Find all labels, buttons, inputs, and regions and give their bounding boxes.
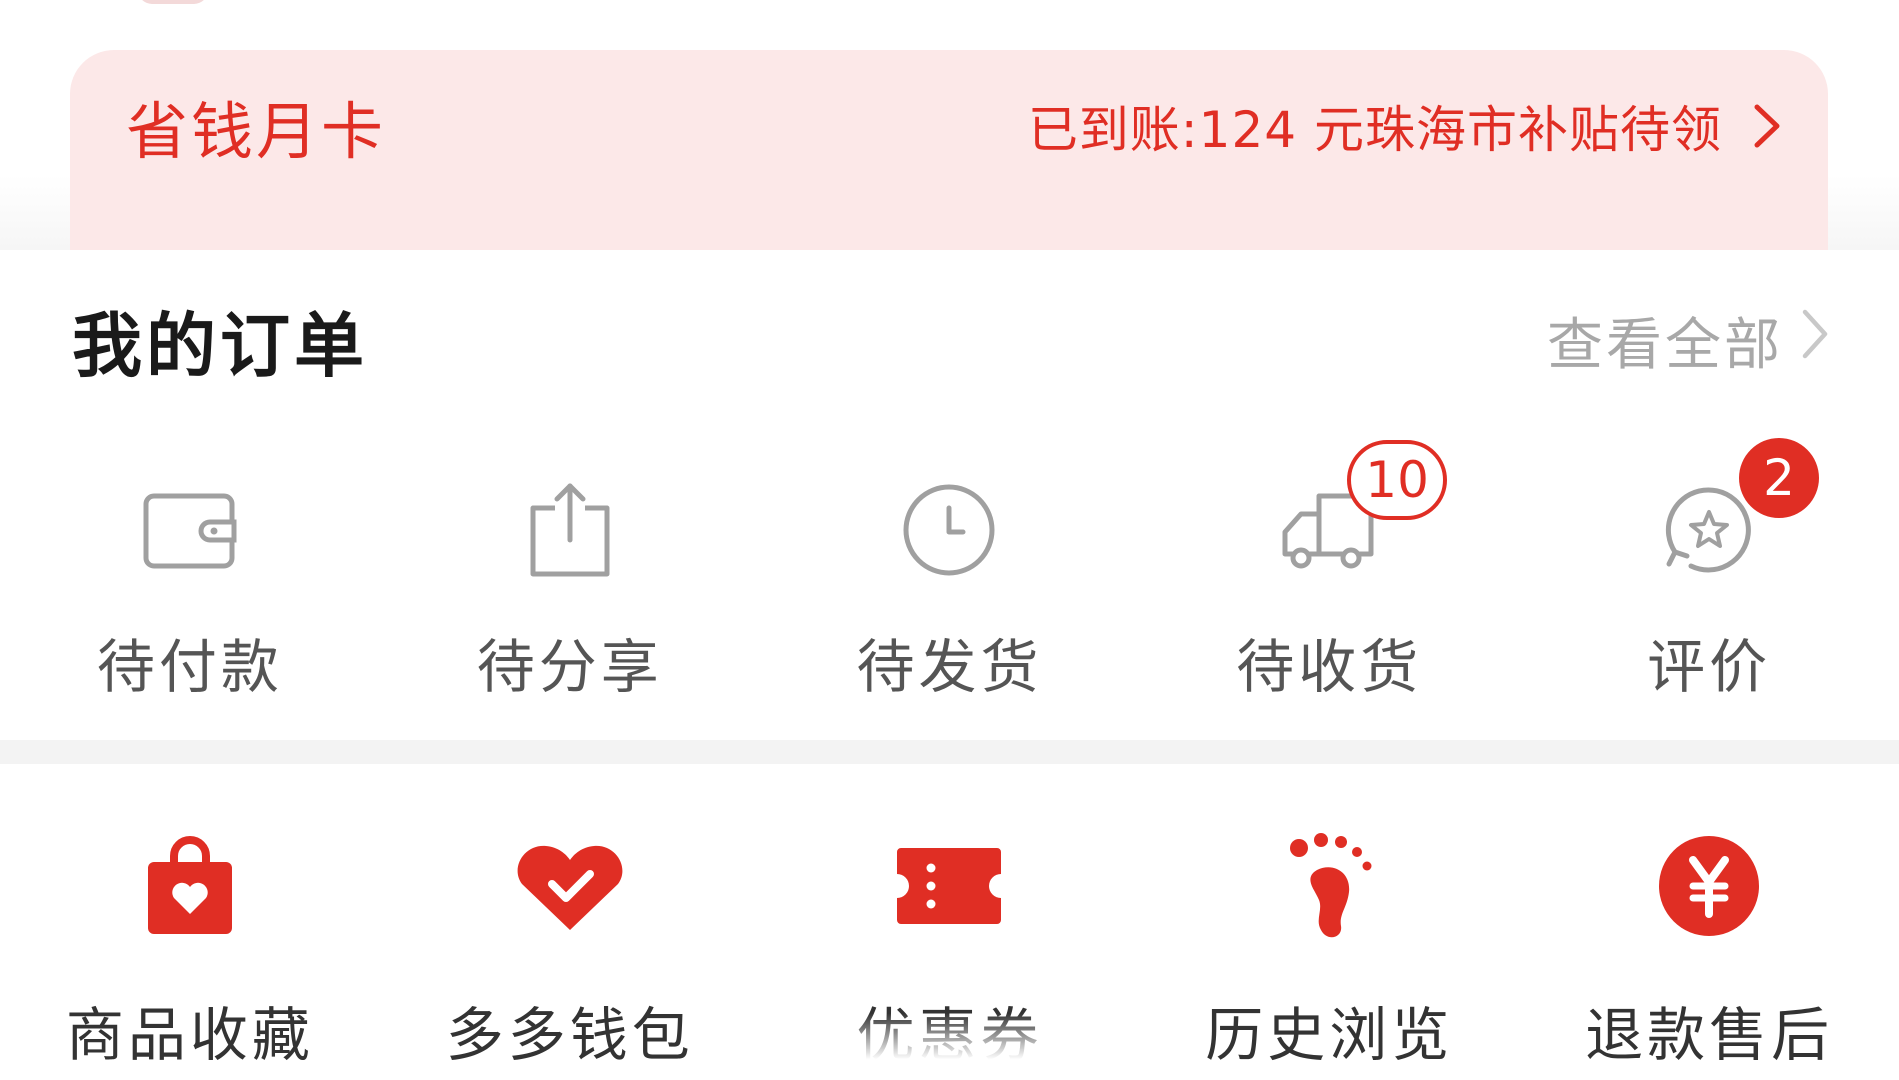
view-all-orders-link[interactable]: 查看全部 <box>1547 300 1829 381</box>
truck-icon: 10 <box>1279 440 1447 580</box>
savings-card-link[interactable]: 已到账:124 元珠海市补贴待领 <box>1028 90 1782 162</box>
order-review[interactable]: 2 评价 <box>1519 410 1899 710</box>
order-count-badge: 10 <box>1347 440 1447 520</box>
section-divider <box>0 740 1899 764</box>
wallet-icon <box>140 480 240 580</box>
feature-label: 退款售后 <box>1585 1001 1834 1069</box>
feature-label: 历史浏览 <box>1205 1001 1454 1069</box>
order-pending-receipt[interactable]: 10 待收货 <box>1139 410 1519 710</box>
order-status-row: 待付款 待分享 待发货 10 待收货 2 评价 <box>0 410 1899 710</box>
top-area: 省钱月卡 已到账:124 元珠海市补贴待领 <box>0 0 1899 250</box>
order-pending-share[interactable]: 待分享 <box>380 410 760 710</box>
history-entry[interactable]: 历史浏览 <box>1139 764 1519 1080</box>
review-count-badge: 2 <box>1739 438 1820 518</box>
avatar[interactable] <box>138 0 208 4</box>
chevron-right-icon <box>1801 308 1829 374</box>
savings-card-title: 省钱月卡 <box>126 95 387 168</box>
chevron-right-icon <box>1752 103 1782 149</box>
order-pending-payment[interactable]: 待付款 <box>0 410 380 710</box>
favorites-bag-icon <box>130 826 250 946</box>
feature-label: 多多钱包 <box>445 1001 694 1069</box>
refund-yen-icon <box>1649 826 1769 946</box>
share-icon <box>520 480 620 580</box>
order-item-label: 评价 <box>1647 633 1772 701</box>
orders-title: 我的订单 <box>72 305 368 387</box>
clock-icon <box>899 480 999 580</box>
refund-entry[interactable]: 退款售后 <box>1519 764 1899 1080</box>
subsidy-text: 已到账:124 元珠海市补贴待领 <box>1027 101 1722 159</box>
order-item-label: 待分享 <box>476 633 663 701</box>
feature-label: 商品收藏 <box>65 1001 314 1069</box>
my-orders-section: 我的订单 查看全部 待付款 待分享 待发货 10 待收货 2 评价 <box>0 250 1899 740</box>
features-row: 商品收藏 多多钱包 优惠券 历史浏览 退款售后 <box>0 764 1899 1080</box>
coupons-entry[interactable]: 优惠券 <box>760 764 1140 1080</box>
savings-card-banner[interactable]: 省钱月卡 已到账:124 元珠海市补贴待领 <box>70 50 1828 250</box>
order-pending-shipment[interactable]: 待发货 <box>760 410 1140 710</box>
order-item-label: 待发货 <box>856 633 1043 701</box>
review-star-icon: 2 <box>1659 438 1820 580</box>
order-item-label: 待付款 <box>96 633 283 701</box>
favorites-entry[interactable]: 商品收藏 <box>0 764 380 1080</box>
wallet-entry[interactable]: 多多钱包 <box>380 764 760 1080</box>
orders-header: 我的订单 查看全部 <box>72 290 1829 391</box>
order-item-label: 待收货 <box>1236 633 1423 701</box>
footprint-icon <box>1269 826 1389 946</box>
wallet-heart-icon <box>510 826 630 946</box>
feature-label: 优惠券 <box>856 1001 1043 1069</box>
view-all-label: 查看全部 <box>1547 313 1783 378</box>
coupon-ticket-icon <box>889 826 1009 946</box>
